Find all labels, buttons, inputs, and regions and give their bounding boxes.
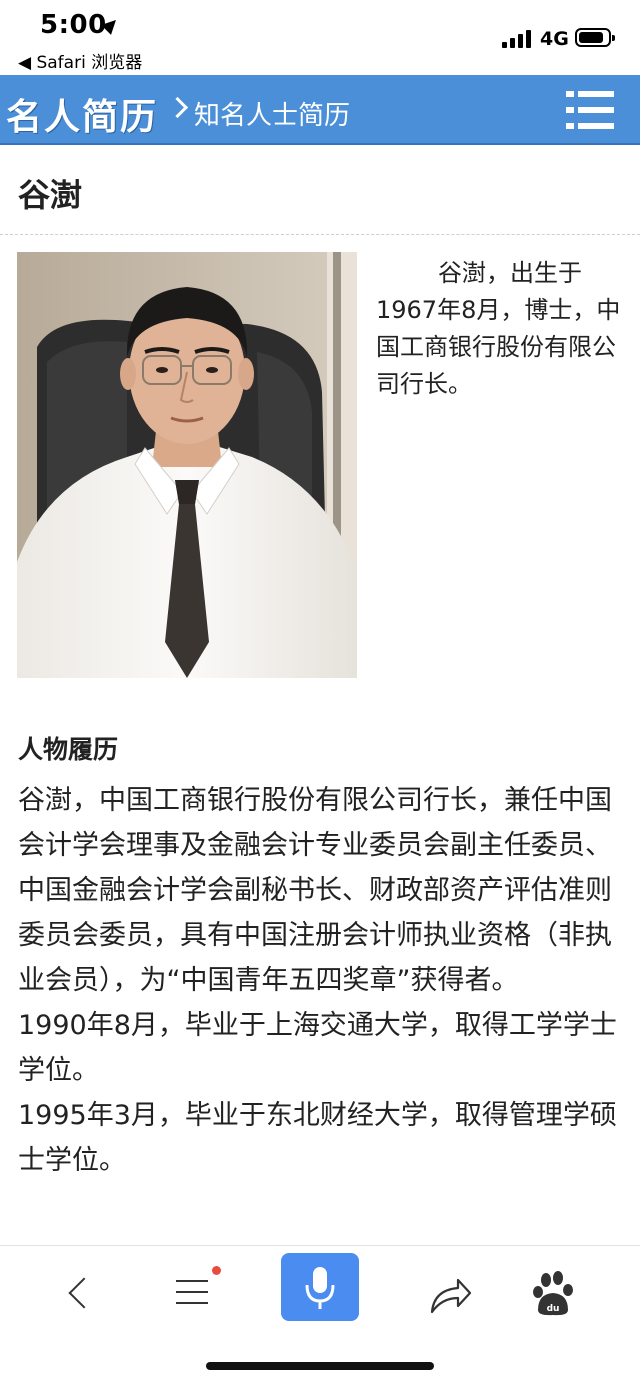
bio-paragraph: 1990年8月，毕业于上海交通大学，取得工学学士学位。	[18, 1010, 617, 1086]
menu-list-icon[interactable]	[566, 91, 614, 129]
baidu-paw-icon: du	[533, 1271, 573, 1316]
baidu-button[interactable]: du	[516, 1260, 596, 1326]
network-type: 4G	[540, 28, 569, 50]
site-logo[interactable]: 名人简历	[6, 88, 158, 140]
site-header: 名人简历 知名人士简历	[0, 75, 640, 145]
bio-paragraph: 谷澍，中国工商银行股份有限公司行长，兼任中国会计学会理事及金融会计专业委员会副主…	[18, 785, 612, 996]
menu-button[interactable]	[156, 1260, 236, 1326]
title-divider	[0, 234, 640, 235]
section-title: 人物履历	[18, 735, 119, 764]
biography-text: 谷澍，中国工商银行股份有限公司行长，兼任中国会计学会理事及金融会计专业委员会副主…	[18, 778, 618, 1183]
header-category[interactable]: 知名人士简历	[194, 95, 350, 132]
status-bar: 5:00 ◀ Safari 浏览器 4G	[0, 0, 640, 75]
status-time: 5:00	[40, 10, 107, 40]
back-button[interactable]	[42, 1260, 122, 1326]
chevron-right-icon	[166, 96, 189, 119]
share-icon	[430, 1278, 472, 1314]
back-to-safari-link[interactable]: ◀ Safari 浏览器	[18, 48, 142, 73]
signal-icon	[502, 30, 534, 48]
portrait-photo	[17, 252, 357, 678]
home-indicator	[206, 1362, 434, 1370]
share-button[interactable]	[410, 1260, 490, 1326]
voice-search-button[interactable]	[281, 1253, 359, 1321]
battery-icon	[575, 28, 615, 47]
bio-paragraph: 1995年3月，毕业于东北财经大学，取得管理学硕士学位。	[18, 1100, 617, 1176]
back-chevron-icon	[68, 1277, 100, 1309]
microphone-icon	[305, 1267, 335, 1309]
svg-text:du: du	[547, 1304, 560, 1314]
intro-text: 谷澍，出生于1967年8月，博士，中国工商银行股份有限公司行长。	[376, 259, 621, 398]
page-title: 谷澍	[18, 176, 83, 214]
notification-dot	[212, 1266, 221, 1275]
battery-level	[579, 32, 603, 43]
